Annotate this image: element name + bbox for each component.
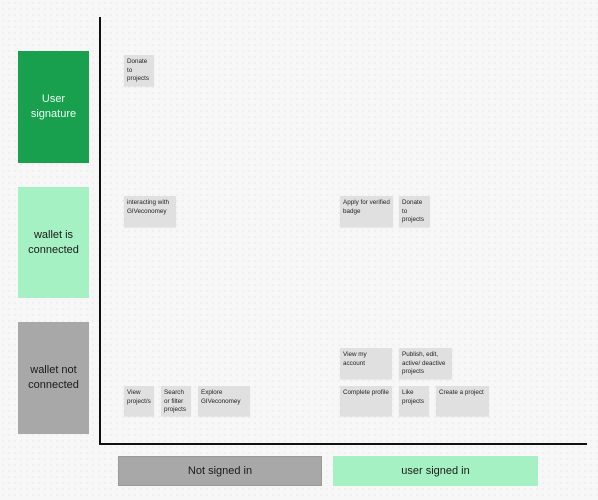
note: Explore GIVeconomey xyxy=(198,386,250,416)
column-user-signed-in: user signed in xyxy=(333,456,538,486)
y-axis xyxy=(99,17,101,445)
x-axis xyxy=(99,443,587,445)
note: Donate to projects xyxy=(399,196,430,227)
note: Publish, edit, active/ deactive projects xyxy=(399,348,452,379)
column-not-signed-in: Not signed in xyxy=(118,456,322,486)
row-wallet-connected: wallet is connected xyxy=(18,187,89,298)
row-label-text: User signature xyxy=(30,93,77,120)
note: View project/s xyxy=(124,386,154,416)
row-wallet-not-connected: wallet not connected xyxy=(18,322,89,434)
note: View my account xyxy=(340,348,392,379)
row-label-text: wallet not connected xyxy=(28,364,79,391)
note: Search or filter projects xyxy=(161,386,191,416)
note: Complete profile xyxy=(340,386,392,416)
note: Donate to projects xyxy=(124,55,154,86)
row-user-signature: User signature xyxy=(18,51,89,163)
note: Create a project xyxy=(436,386,489,416)
note: Like projects xyxy=(399,386,429,416)
row-label-text: wallet is connected xyxy=(28,228,79,256)
note: Apply for verified badge xyxy=(340,196,393,227)
note: interacting with GIVeconomey xyxy=(124,196,176,227)
